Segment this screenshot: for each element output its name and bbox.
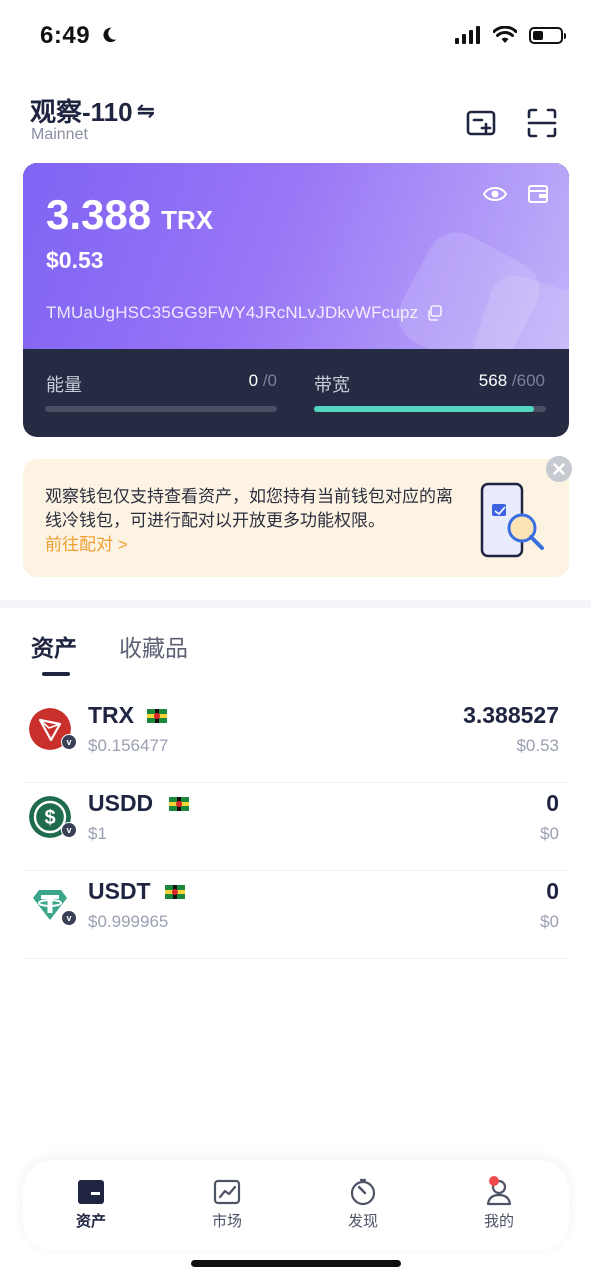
close-banner-icon[interactable] [546,456,572,482]
nav-label: 发现 [347,1213,378,1230]
flag-icon [147,709,167,723]
asset-row-usdt[interactable]: v USDT $0.999965 0 $0 [23,870,569,959]
banner-text: 观察钱包仅支持查看资产，如您持有当前钱包对应的离线冷钱包，可进行配对以开放更多功… [45,487,453,530]
wallet-icon [78,1180,104,1204]
energy-used: 0 [248,371,259,390]
energy-bar [45,406,277,412]
notification-dot [489,1176,499,1186]
asset-value: $0 [540,912,559,931]
bandwidth-bar-fill [314,406,534,412]
asset-price: $0.999965 [88,912,169,931]
tab-collectibles[interactable]: 收藏品 [119,629,188,663]
verified-badge-icon: v [61,734,77,750]
signal-icon [455,26,480,44]
battery-icon [529,26,566,44]
tab-assets[interactable]: 资产 [31,629,77,663]
nav-label: 市场 [211,1213,242,1230]
tab-active-indicator [42,672,70,676]
nav-profile[interactable]: 我的 [464,1178,534,1231]
nav-assets[interactable]: 资产 [56,1178,126,1231]
bandwidth-max: /600 [511,371,545,390]
wallet-address[interactable]: TMUaUgHSC35GG9FWY4JRcNLvJDkvWFcupz [46,303,443,323]
asset-quantity: 0 [546,790,559,816]
asset-price: $0.156477 [88,736,169,755]
nav-label: 我的 [483,1213,514,1230]
swap-wallet-icon[interactable]: ⇋ [137,98,155,124]
svg-text:$: $ [44,807,55,829]
bandwidth-label: 带宽 [314,375,350,395]
bandwidth-used: 568 [478,371,508,390]
energy-max: /0 [262,371,277,390]
asset-quantity: 3.388527 [463,702,559,728]
home-indicator [191,1260,401,1267]
asset-quantity: 0 [546,878,559,904]
chart-icon [213,1179,241,1205]
phone-illustration-icon [480,482,544,558]
energy-label: 能量 [46,375,82,395]
nav-market[interactable]: 市场 [192,1178,262,1231]
balance-card-top: 3.388 TRX $0.53 TMUaUgHSC35GG9FWY4JRcNLv… [23,163,569,349]
wallet-address-text: TMUaUgHSC35GG9FWY4JRcNLvJDkvWFcupz [46,303,419,322]
asset-symbol: TRX [88,702,134,728]
status-indicators [455,26,566,44]
eye-icon[interactable] [483,183,507,205]
copy-icon[interactable] [426,305,443,321]
asset-price: $1 [88,824,107,843]
compass-icon [350,1178,376,1206]
asset-value: $0 [540,824,559,843]
asset-value: $0.53 [516,736,559,755]
moon-icon [103,27,117,43]
asset-row-trx[interactable]: v TRX $0.156477 3.388527 $0.53 [23,694,569,783]
bandwidth-bar [314,406,546,412]
energy-value: 0 /0 [249,371,277,391]
section-divider [0,600,591,608]
balance-unit: TRX [161,205,214,235]
balance-card[interactable]: 3.388 TRX $0.53 TMUaUgHSC35GG9FWY4JRcNLv… [23,163,569,437]
verified-badge-icon: v [61,910,77,926]
balance-value: 3.388 [46,191,152,238]
bottom-nav: 资产 市场 发现 我的 [23,1160,569,1250]
asset-symbol: USDD [88,790,154,816]
wifi-icon [493,26,517,43]
nav-discover[interactable]: 发现 [328,1178,398,1231]
verified-badge-icon: v [61,822,77,838]
pair-link[interactable]: 前往配对 > [45,530,128,555]
wallet-detail-icon[interactable] [527,183,549,205]
add-token-icon[interactable] [464,106,498,140]
scan-icon[interactable] [525,106,559,140]
asset-symbol: USDT [88,878,151,904]
bandwidth-value: 568 /600 [479,371,545,391]
wallet-name-text: 观察-110 [30,97,133,127]
asset-row-usdd[interactable]: $ v USDD $1 0 $0 [23,782,569,871]
balance-amount: 3.388 TRX [46,191,213,239]
nav-label: 资产 [75,1213,106,1230]
wallet-name[interactable]: 观察-110 ⇋ [30,92,155,129]
network-label: Mainnet [31,126,88,143]
flag-icon [169,797,189,811]
balance-usd: $0.53 [46,247,104,273]
status-time: 6:49 [40,22,91,49]
flag-icon [165,885,185,899]
